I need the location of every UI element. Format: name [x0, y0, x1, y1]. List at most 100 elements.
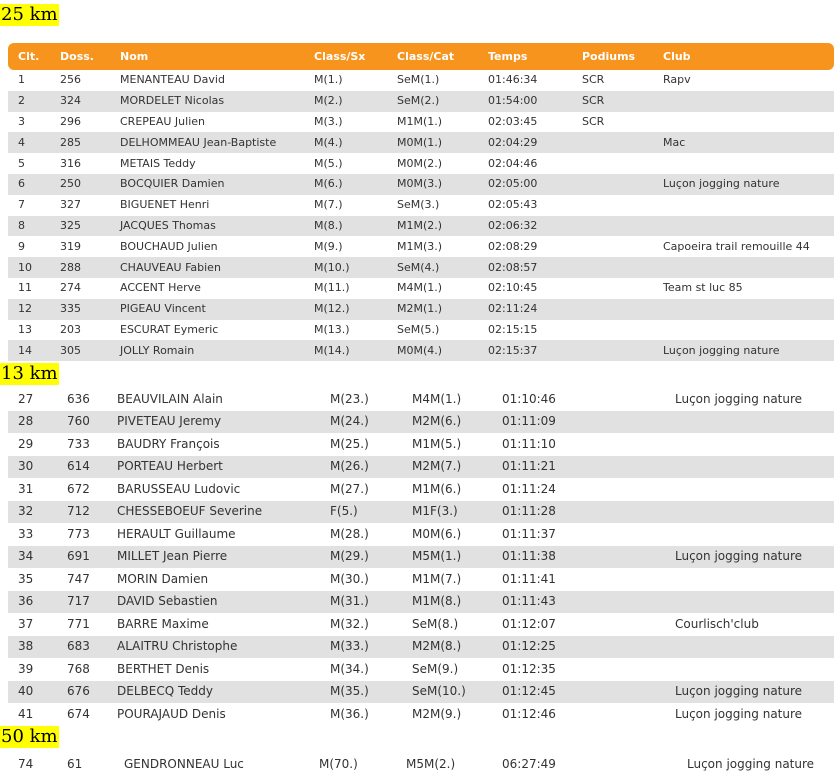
- table-row[interactable]: 32 712 CHESSEBOEUF Severine F(5.) M1F(3.) 01:…: [8, 500, 834, 523]
- cell-bib: 760: [67, 414, 90, 429]
- cell-podium: SCR: [582, 73, 605, 87]
- table-row[interactable]: 39 768 BERTHET Denis M(34.) SeM(9.) 01:12:35: [8, 658, 834, 681]
- cell-name: BIGUENET Henri: [120, 198, 210, 212]
- cell-bib: 305: [60, 343, 81, 357]
- section-gap: [0, 724, 838, 752]
- cell-name: PIGEAU Vincent: [120, 302, 206, 316]
- table-row[interactable]: 1 256 MENANTEAU David M(1.) SeM(1.) 01:46:34 S…: [8, 70, 834, 91]
- cell-name: BARUSSEAU Ludovic: [117, 481, 241, 496]
- cell-rank: 30: [18, 459, 34, 474]
- table-row[interactable]: 36 717 DAVID Sebastien M(31.) M1M(8.) 01:11:4…: [8, 590, 834, 613]
- table-row[interactable]: 30 614 PORTEAU Herbert M(26.) M2M(7.) 01:11:2…: [8, 455, 834, 478]
- cell-rank: 33: [18, 526, 34, 541]
- cell-club: Luçon jogging nature: [675, 549, 803, 564]
- cell-bib: 614: [67, 459, 90, 474]
- cell-time: 02:08:29: [488, 239, 538, 253]
- cell-bib: 733: [67, 436, 90, 451]
- cell-bib: 747: [67, 571, 90, 586]
- cell-class-sex: M(12.): [314, 302, 350, 316]
- cell-class-sex: M(14.): [314, 343, 350, 357]
- cell-rank: 39: [18, 661, 34, 676]
- table-row[interactable]: 35 747 MORIN Damien M(30.) M1M(7.) 01:11:41: [8, 568, 834, 591]
- table-row[interactable]: 31 672 BARUSSEAU Ludovic M(27.) M1M(6.) 01:11…: [8, 478, 834, 501]
- table-row[interactable]: 8 325 JACQUES Thomas M(8.) M1M(2.) 02:06:32: [8, 215, 834, 237]
- cell-name: MORIN Damien: [117, 571, 209, 586]
- table-row[interactable]: 41 674 POURAJAUD Denis M(36.) M2M(9.) 01:12:4…: [8, 703, 834, 726]
- cell-rank: 36: [18, 594, 34, 609]
- cell-bib: 285: [60, 135, 81, 149]
- cell-time: 01:11:37: [502, 526, 556, 541]
- table-row[interactable]: 13 203 ESCURAT Eymeric M(13.) SeM(5.) 02:15:1…: [8, 320, 834, 341]
- table-row[interactable]: 37 771 BARRE Maxime M(32.) SeM(8.) 01:12:07 Co…: [8, 613, 834, 636]
- cell-time: 01:11:10: [502, 436, 556, 451]
- cell-name: BOUCHAUD Julien: [120, 239, 218, 253]
- cell-class-cat: SeM(4.): [397, 260, 440, 274]
- cell-rank: 41: [18, 706, 34, 721]
- cell-club: Luçon jogging nature: [675, 391, 803, 406]
- cell-name: MORDELET Nicolas: [120, 94, 225, 108]
- cell-name: POURAJAUD Denis: [117, 706, 226, 721]
- header-club[interactable]: Club: [663, 50, 691, 63]
- cell-rank: 28: [18, 414, 34, 429]
- table-row[interactable]: 40 676 DELBECQ Teddy M(35.) SeM(10.) 01:12:45…: [8, 680, 834, 703]
- cell-class-cat: M2M(7.): [412, 459, 462, 474]
- cell-name: DELHOMMEAU Jean-Baptiste: [120, 135, 277, 149]
- table-row[interactable]: 38 683 ALAITRU Christophe M(33.) M2M(8.) 01:1…: [8, 635, 834, 658]
- cell-name: CHESSEBOEUF Severine: [117, 504, 263, 519]
- cell-class-cat: M0M(1.): [397, 135, 443, 149]
- header-class-cat[interactable]: Class/Cat: [397, 50, 454, 63]
- cell-name: ALAITRU Christophe: [117, 639, 238, 654]
- cell-class-sex: M(30.): [330, 571, 369, 586]
- table-row[interactable]: 34 691 MILLET Jean Pierre M(29.) M5M(1.) 01:1…: [8, 545, 834, 568]
- table-row[interactable]: 27 636 BEAUVILAIN Alain M(23.) M4M(1.) 01:10:…: [8, 388, 834, 411]
- header-name[interactable]: Nom: [120, 50, 148, 63]
- cell-class-sex: M(9.): [314, 239, 343, 253]
- table-row[interactable]: 5 316 METAIS Teddy M(5.) M0M(2.) 02:04:46: [8, 153, 834, 174]
- cell-time: 02:15:15: [488, 322, 538, 336]
- table-row[interactable]: 10 288 CHAUVEAU Fabien M(10.) SeM(4.) 02:08:5…: [8, 257, 834, 278]
- cell-rank: 29: [18, 436, 34, 451]
- cell-class-sex: M(31.): [330, 594, 369, 609]
- header-class-sex[interactable]: Class/Sx: [314, 50, 365, 63]
- header-rank[interactable]: Clt.: [18, 50, 39, 63]
- cell-class-cat: SeM(3.): [397, 198, 440, 212]
- table-row[interactable]: 33 773 HERAULT Guillaume M(28.) M0M(6.) 01:11…: [8, 523, 834, 546]
- table-row[interactable]: 2 324 MORDELET Nicolas M(2.) SeM(2.) 01:54:00…: [8, 90, 834, 112]
- table-row[interactable]: 6 250 BOCQUIER Damien M(6.) M0M(3.) 02:05:00 L…: [8, 174, 834, 195]
- cell-name: BARRE Maxime: [117, 616, 209, 631]
- cell-class-cat: M1M(2.): [397, 218, 443, 232]
- table-row[interactable]: 12 335 PIGEAU Vincent M(12.) M2M(1.) 02:11:24: [8, 298, 834, 320]
- cell-class-sex: M(70.): [319, 756, 358, 771]
- cell-time: 02:04:46: [488, 156, 538, 170]
- header-bib[interactable]: Doss.: [60, 50, 94, 63]
- cell-club: Luçon jogging nature: [687, 756, 815, 771]
- table-row[interactable]: 3 296 CREPEAU Julien M(3.) M1M(1.) 02:03:45 SC…: [8, 112, 834, 133]
- cell-time: 01:11:43: [502, 594, 556, 609]
- cell-bib: 636: [67, 391, 90, 406]
- cell-time: 02:10:45: [488, 281, 538, 295]
- cell-class-cat: SeM(10.): [412, 684, 466, 699]
- cell-class-sex: M(10.): [314, 260, 350, 274]
- table-row[interactable]: 7 327 BIGUENET Henri M(7.) SeM(3.) 02:05:43: [8, 195, 834, 216]
- cell-rank: 9: [18, 239, 25, 253]
- table-row[interactable]: 74 61 GENDRONNEAU Luc M(70.) M5M(2.) 06:27:49…: [8, 753, 834, 775]
- cell-bib: 250: [60, 177, 81, 191]
- table-row[interactable]: 14 305 JOLLY Romain M(14.) M0M(4.) 02:15:37 Lu…: [8, 340, 834, 362]
- cell-class-cat: SeM(5.): [397, 322, 440, 336]
- cell-class-cat: SeM(2.): [397, 94, 440, 108]
- cell-bib: 717: [67, 594, 90, 609]
- table-row[interactable]: 28 760 PIVETEAU Jeremy M(24.) M2M(6.) 01:11:0…: [8, 410, 834, 433]
- header-time[interactable]: Temps: [488, 50, 527, 63]
- cell-class-cat: M0M(3.): [397, 177, 443, 191]
- table-row[interactable]: 11 274 ACCENT Herve M(11.) M4M(1.) 02:10:45 Te…: [8, 278, 834, 299]
- cell-class-cat: M4M(1.): [412, 391, 462, 406]
- cell-club: Luçon jogging nature: [675, 706, 803, 721]
- cell-time: 01:12:07: [502, 616, 556, 631]
- table-row[interactable]: 9 319 BOUCHAUD Julien M(9.) M1M(3.) 02:08:29 C…: [8, 236, 834, 257]
- table-row[interactable]: 29 733 BAUDRY François M(25.) M1M(5.) 01:11:1…: [8, 433, 834, 456]
- cell-bib: 61: [67, 756, 83, 771]
- cell-rank: 31: [18, 481, 34, 496]
- cell-rank: 7: [18, 198, 25, 212]
- header-podium[interactable]: Podiums: [582, 50, 635, 63]
- table-row[interactable]: 4 285 DELHOMMEAU Jean-Baptiste M(4.) M0M(1.)…: [8, 132, 834, 154]
